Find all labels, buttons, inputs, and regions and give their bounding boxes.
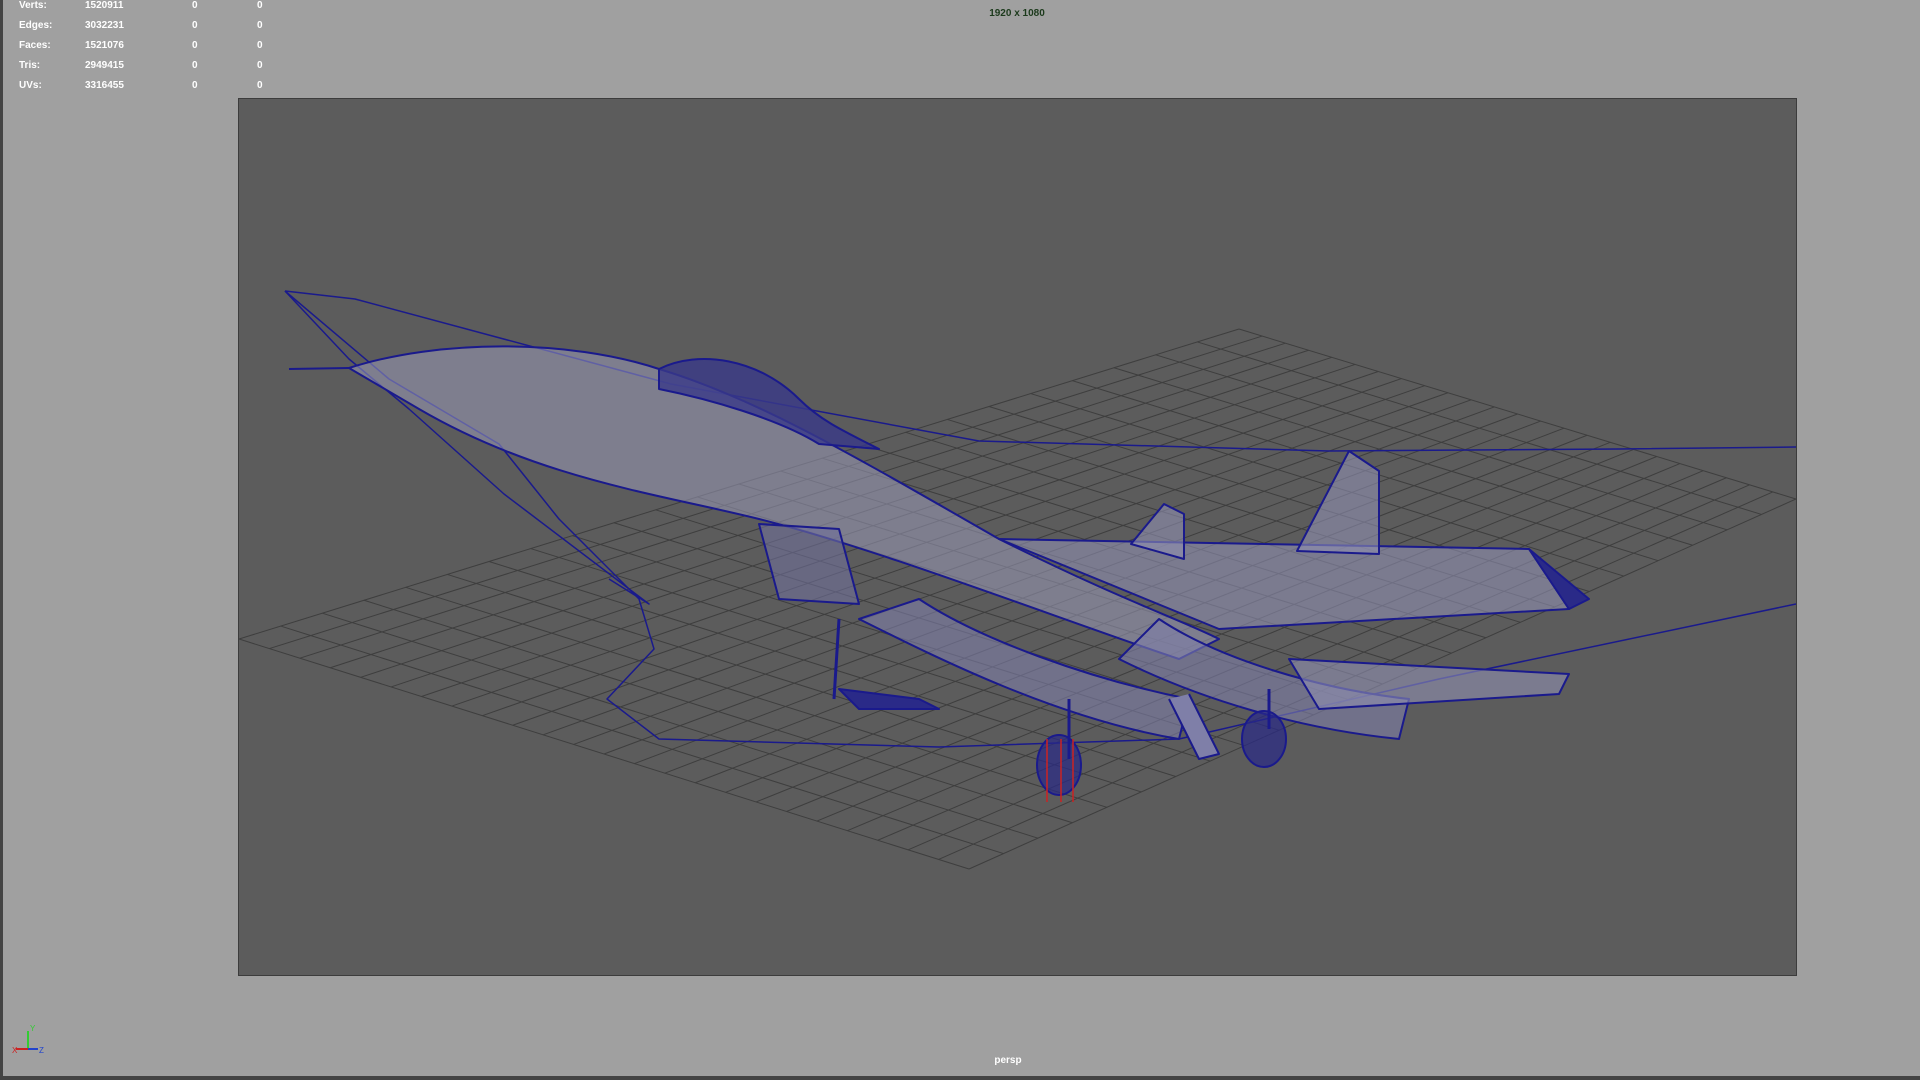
maya-viewport[interactable]: Verts: 1520911 0 0 Edges: 3032231 0 0 Fa… [0,0,1920,1080]
y-axis-label: Y [30,1025,36,1033]
aircraft-wireframe-model[interactable] [284,290,1796,796]
hud-total: 1521076 [85,40,124,51]
pitot-probe [288,367,350,370]
viewport-border-bottom [0,1076,1920,1080]
viewport-border-left [0,0,3,1080]
hud-selected-2: 0 [257,60,263,71]
grid-line [1155,354,1728,531]
hud-total: 3032231 [85,20,124,31]
hud-label: Tris: [19,60,41,71]
view-axis-icon: X Y Z [12,1025,44,1055]
scene-canvas[interactable] [239,99,1796,975]
landing-gear-wheel-front [1036,734,1082,796]
hud-row-tris: Tris: 2949415 0 0 [19,60,279,80]
vertical-tail-right [1296,450,1380,555]
ventral-fin [838,688,940,710]
hud-selected-2: 0 [257,40,263,51]
hud-selected: 0 [192,60,198,71]
z-axis-label: Z [39,1046,44,1055]
x-axis-label: X [12,1046,18,1055]
camera-name-label: persp [994,1055,1022,1066]
hud-selected-2: 0 [257,20,263,31]
hud-label: Edges: [19,20,53,31]
resolution-gate[interactable] [238,98,1797,976]
hud-row-edges: Edges: 3032231 0 0 [19,20,279,40]
grid-line [1113,367,1693,546]
hud-selected-2: 0 [257,80,263,91]
hud-row-uvs: UVs: 3316455 0 0 [19,80,279,100]
grid-line [1238,328,1796,500]
resolution-gate-label: 1920 x 1080 [989,8,1045,19]
hud-label: Faces: [19,40,51,51]
landing-gear-wheel-rear [1241,710,1287,768]
hud-total: 3316455 [85,80,124,91]
hud-total: 2949415 [85,60,124,71]
horizontal-stabilizer [1288,658,1570,710]
hud-selected: 0 [192,40,198,51]
grid-line [1197,341,1762,515]
hud-row-faces: Faces: 1521076 0 0 [19,40,279,60]
hud-selected: 0 [192,20,198,31]
hud-label: UVs: [19,80,42,91]
hud-selected: 0 [192,80,198,91]
